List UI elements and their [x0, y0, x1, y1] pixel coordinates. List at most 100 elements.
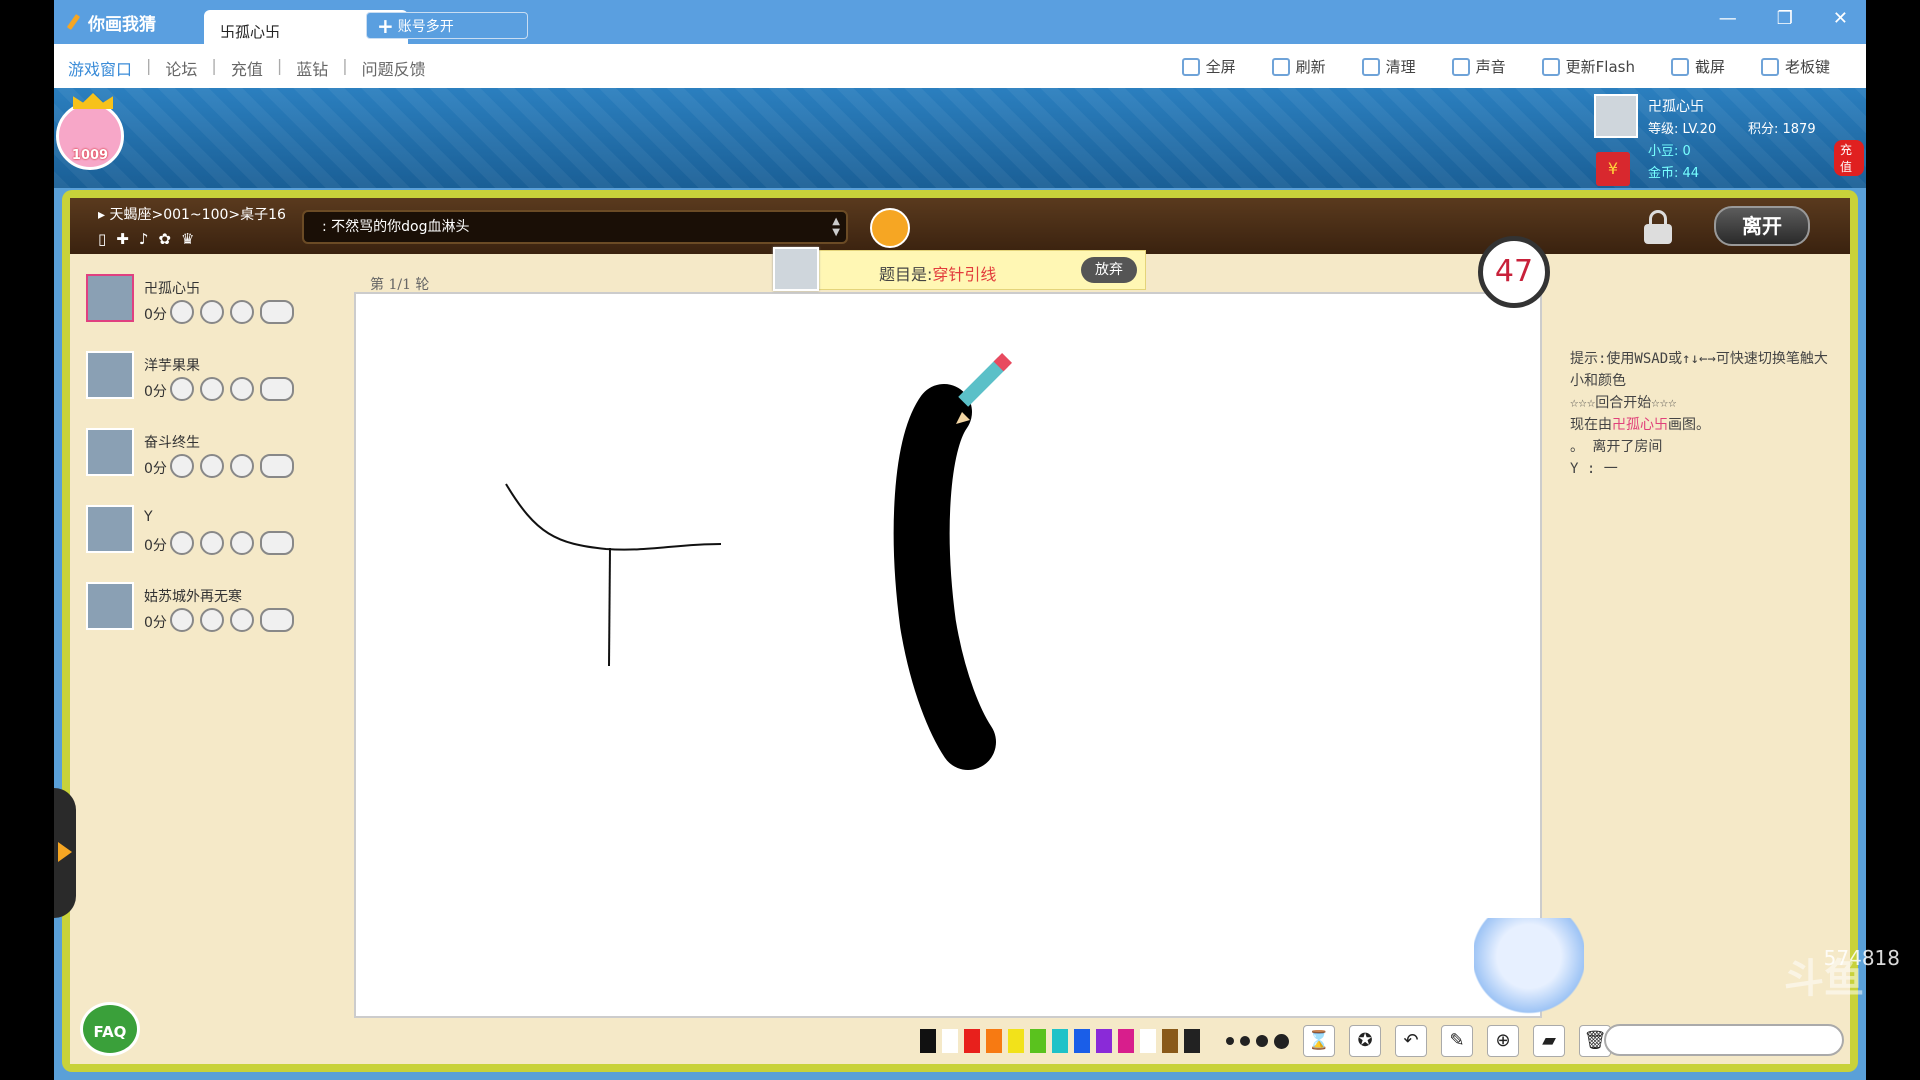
boss-key-button[interactable]: 老板键: [1760, 56, 1830, 77]
cat-icon[interactable]: [230, 608, 254, 632]
menu-recharge[interactable]: 充值: [231, 56, 263, 80]
car-icon[interactable]: [260, 454, 294, 478]
heart-icon[interactable]: [170, 454, 194, 478]
heart-icon[interactable]: [170, 377, 194, 401]
music-icon[interactable]: [200, 531, 224, 555]
color-swatch[interactable]: [1030, 1029, 1046, 1053]
player-avatar[interactable]: [86, 274, 134, 322]
volume-icon[interactable]: ♪: [139, 230, 149, 248]
heart-icon[interactable]: [170, 608, 194, 632]
drawing-strokes: [505, 353, 1012, 770]
game-header: 1009 ¥ 卍孤心卐 等级: LV.20 积分: 1879 小豆: 0 金币:…: [54, 88, 1866, 188]
send-button[interactable]: [870, 208, 910, 248]
window-controls: — ❐ ✕: [1719, 8, 1848, 29]
minimize-icon[interactable]: —: [1719, 8, 1737, 29]
room-info[interactable]: ▸ 天蝎座>001~100>桌子16: [98, 204, 286, 224]
cat-icon[interactable]: [230, 531, 254, 555]
side-expand-arrow-icon[interactable]: [54, 788, 76, 918]
drawer-avatar[interactable]: [773, 247, 819, 291]
pen-icon[interactable]: ✎: [1441, 1025, 1473, 1057]
music-icon[interactable]: [200, 608, 224, 632]
cat-icon[interactable]: [230, 454, 254, 478]
brush-size-small[interactable]: [1226, 1037, 1234, 1045]
special-item-icon[interactable]: ✪: [1349, 1025, 1381, 1057]
music-icon[interactable]: [200, 300, 224, 324]
menu-blue-diamond[interactable]: 蓝钻: [296, 56, 328, 80]
hourglass-icon[interactable]: ⌛: [1303, 1025, 1335, 1057]
chat-scroll-icon[interactable]: ▲ ▼: [832, 216, 840, 238]
gift-icon[interactable]: ♛: [181, 230, 194, 248]
screenshot-label: 截屏: [1694, 58, 1725, 76]
level-badge[interactable]: 1009: [56, 93, 124, 170]
color-swatch[interactable]: [920, 1029, 936, 1053]
user-score: 积分: 1879: [1748, 122, 1816, 137]
heart-icon[interactable]: [170, 531, 194, 555]
add-friend-icon[interactable]: ✚: [116, 230, 129, 248]
user-avatar[interactable]: [1594, 94, 1638, 138]
user-gold: 金币: 44: [1648, 166, 1700, 181]
player-row[interactable]: 奋斗终生 0分: [84, 426, 314, 503]
player-avatar[interactable]: [86, 351, 134, 399]
lock-body: [1644, 224, 1672, 244]
undo-icon[interactable]: ↶: [1395, 1025, 1427, 1057]
color-swatch[interactable]: [1162, 1029, 1178, 1053]
drawing-canvas[interactable]: [354, 292, 1542, 1018]
menu-feedback[interactable]: 问题反馈: [362, 56, 426, 80]
player-row[interactable]: 卍孤心卐 0分: [84, 272, 314, 349]
music-icon[interactable]: [200, 454, 224, 478]
brush-size-medium[interactable]: [1240, 1036, 1250, 1046]
player-avatar[interactable]: [86, 428, 134, 476]
brush-size-large[interactable]: [1256, 1035, 1268, 1047]
sound-button[interactable]: 声音: [1451, 56, 1506, 77]
recharge-button[interactable]: 充值: [1834, 140, 1864, 176]
player-row[interactable]: Y 0分: [84, 503, 314, 580]
menu-separator: |: [342, 56, 348, 75]
color-swatch[interactable]: [1074, 1029, 1090, 1053]
music-icon[interactable]: [200, 377, 224, 401]
color-swatch[interactable]: [986, 1029, 1002, 1053]
eraser-icon[interactable]: ▰: [1533, 1025, 1565, 1057]
leave-button[interactable]: 离开: [1714, 206, 1810, 246]
car-icon[interactable]: [260, 531, 294, 555]
fullscreen-button[interactable]: 全屏: [1181, 56, 1236, 77]
update-flash-button[interactable]: 更新Flash: [1541, 56, 1635, 77]
car-icon[interactable]: [260, 608, 294, 632]
multi-account-button[interactable]: + 账号多开: [366, 12, 528, 39]
cat-icon[interactable]: [230, 377, 254, 401]
color-swatch[interactable]: [964, 1029, 980, 1053]
refresh-button[interactable]: 刷新: [1271, 56, 1326, 77]
clear-button[interactable]: 清理: [1361, 56, 1416, 77]
lock-icon[interactable]: [1642, 210, 1674, 244]
paw-icon[interactable]: ✿: [158, 230, 171, 248]
player-row[interactable]: 洋芋果果 0分: [84, 349, 314, 426]
close-window-icon[interactable]: ✕: [1833, 8, 1848, 29]
faq-button[interactable]: FAQ: [80, 1002, 140, 1056]
chat-input[interactable]: : 不然骂的你dog血淋头 ▲ ▼: [302, 210, 848, 244]
color-swatch[interactable]: [1052, 1029, 1068, 1053]
give-up-button[interactable]: 放弃: [1081, 257, 1137, 283]
restore-icon[interactable]: ❐: [1777, 8, 1793, 29]
player-avatar[interactable]: [86, 582, 134, 630]
screenshot-button[interactable]: 截屏: [1670, 56, 1725, 77]
player-avatar[interactable]: [86, 505, 134, 553]
cat-icon[interactable]: [230, 300, 254, 324]
color-swatch[interactable]: [1008, 1029, 1024, 1053]
target-icon[interactable]: ⊕: [1487, 1025, 1519, 1057]
car-icon[interactable]: [260, 300, 294, 324]
hint-line: 现在由卍孤心卐画图。: [1570, 414, 1840, 436]
color-swatch[interactable]: [1140, 1029, 1156, 1053]
color-swatch[interactable]: [1096, 1029, 1112, 1053]
car-icon[interactable]: [260, 377, 294, 401]
color-swatch[interactable]: [1184, 1029, 1200, 1053]
color-swatch[interactable]: [1118, 1029, 1134, 1053]
player-row[interactable]: 姑苏城外再无寒 0分: [84, 580, 314, 657]
menu-forum[interactable]: 论坛: [165, 56, 197, 80]
player-score: 0分: [144, 461, 167, 477]
yen-icon[interactable]: ¥: [1596, 152, 1630, 186]
brush-size-xlarge[interactable]: [1274, 1033, 1289, 1049]
menu-game-window[interactable]: 游戏窗口: [68, 56, 132, 80]
guess-input[interactable]: [1604, 1024, 1844, 1056]
heart-icon[interactable]: [170, 300, 194, 324]
notebook-icon[interactable]: ▯: [98, 230, 106, 248]
color-swatch[interactable]: [942, 1029, 958, 1053]
